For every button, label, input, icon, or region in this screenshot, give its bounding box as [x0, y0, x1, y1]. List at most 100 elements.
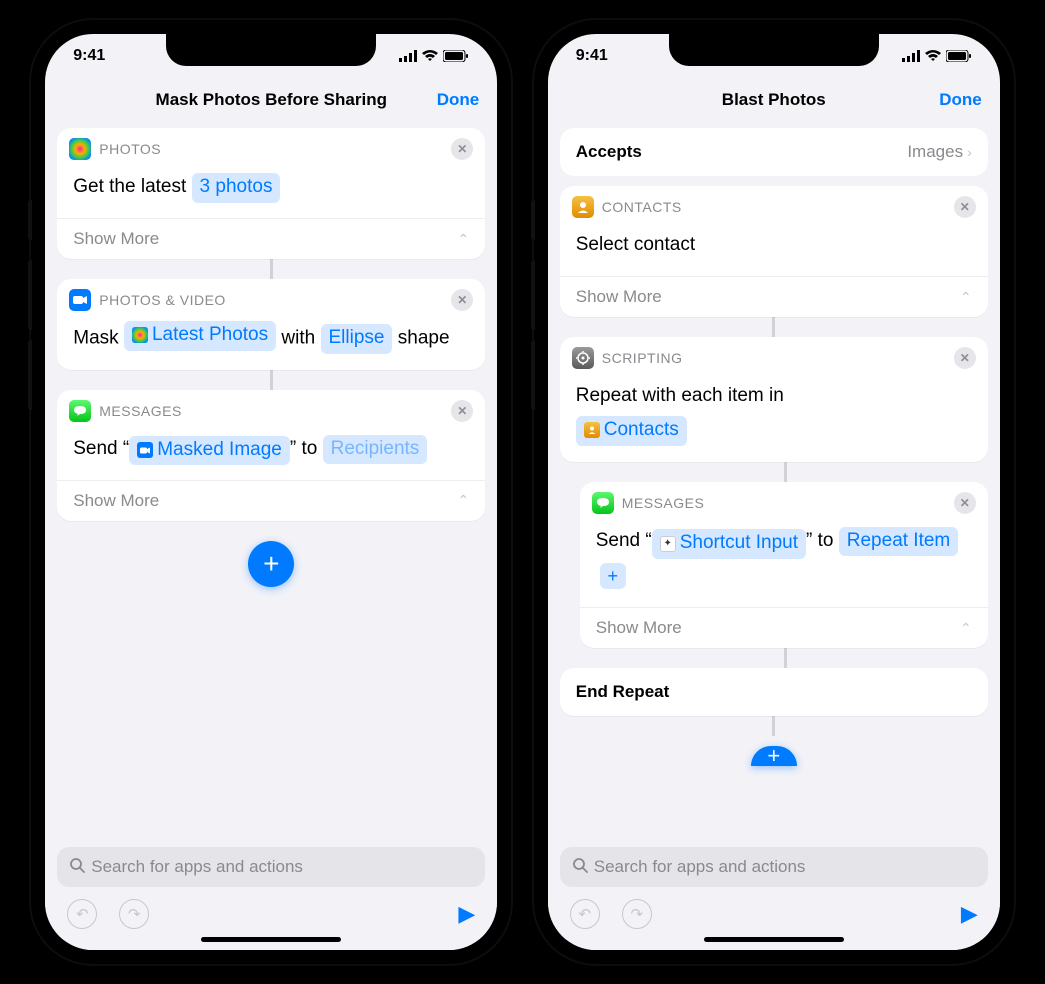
- search-placeholder: Search for apps and actions: [91, 857, 303, 877]
- scripting-app-icon: [572, 347, 594, 369]
- action-card-repeat[interactable]: SCRIPTING ✕ Repeat with each item in Con…: [560, 337, 988, 461]
- action-text: ” to: [806, 530, 833, 551]
- screen-left: 9:41 Mask Photos Before Sharing Done PHO…: [45, 34, 497, 950]
- action-text: with: [281, 327, 315, 348]
- shortcut-input-icon: ✦: [660, 536, 676, 552]
- status-time: 9:41: [73, 47, 105, 65]
- search-icon: [572, 857, 588, 878]
- status-right: [399, 50, 469, 62]
- undo-button[interactable]: ↶: [570, 899, 600, 929]
- redo-button[interactable]: ↷: [119, 899, 149, 929]
- action-text: Send “: [73, 438, 129, 459]
- action-text: Get the latest: [73, 176, 186, 197]
- redo-button[interactable]: ↷: [622, 899, 652, 929]
- add-recipient-button[interactable]: +: [600, 563, 626, 589]
- connector-line: [784, 462, 787, 482]
- home-indicator[interactable]: [704, 937, 844, 942]
- chevron-right-icon: ›: [967, 144, 972, 160]
- action-card-contacts[interactable]: CONTACTS ✕ Select contact Show More ⌃: [560, 186, 988, 317]
- battery-icon: [443, 50, 469, 62]
- delete-action-icon[interactable]: ✕: [451, 289, 473, 311]
- contacts-token-icon: [584, 422, 600, 438]
- action-card-end-repeat[interactable]: End Repeat: [560, 668, 988, 716]
- chevron-up-icon: ⌃: [960, 289, 972, 306]
- undo-button[interactable]: ↶: [67, 899, 97, 929]
- chevron-up-icon: ⌃: [458, 231, 470, 248]
- action-card-send-message[interactable]: MESSAGES ✕ Send “✦Shortcut Input” to Rep…: [580, 482, 988, 648]
- add-action-button[interactable]: +: [248, 541, 294, 587]
- parameter-token[interactable]: 3 photos: [192, 173, 281, 203]
- status-right: [902, 50, 972, 62]
- phone-right: 9:41 Blast Photos Done Accepts Images ›: [534, 20, 1014, 964]
- contacts-app-icon: [572, 196, 594, 218]
- category-label: MESSAGES: [622, 495, 705, 511]
- battery-icon: [946, 50, 972, 62]
- nav-title: Mask Photos Before Sharing: [156, 90, 387, 110]
- nav-title: Blast Photos: [722, 90, 826, 110]
- photos-token-icon: [132, 327, 148, 343]
- end-repeat-label: End Repeat: [576, 682, 670, 702]
- toolbar: ↶ ↷ ▶: [548, 893, 1000, 937]
- wifi-icon: [924, 50, 942, 62]
- delete-action-icon[interactable]: ✕: [954, 347, 976, 369]
- photos-app-icon: [69, 138, 91, 160]
- variable-token-shortcut-input[interactable]: ✦Shortcut Input: [652, 529, 806, 559]
- show-more-row[interactable]: Show More ⌃: [580, 607, 988, 648]
- home-indicator[interactable]: [201, 937, 341, 942]
- accepts-value: Images: [907, 142, 963, 162]
- done-button[interactable]: Done: [939, 90, 982, 110]
- action-text: ” to: [290, 438, 317, 459]
- status-time: 9:41: [576, 47, 608, 65]
- accepts-label: Accepts: [576, 142, 642, 162]
- show-more-row[interactable]: Show More ⌃: [560, 276, 988, 317]
- search-input[interactable]: Search for apps and actions: [57, 847, 485, 887]
- show-more-row[interactable]: Show More ⌃: [57, 480, 485, 521]
- category-label: CONTACTS: [602, 199, 682, 215]
- action-text: Send “: [596, 530, 652, 551]
- delete-action-icon[interactable]: ✕: [451, 400, 473, 422]
- search-input[interactable]: Search for apps and actions: [560, 847, 988, 887]
- notch: [166, 34, 376, 66]
- toolbar: ↶ ↷ ▶: [45, 893, 497, 937]
- messages-app-icon: [69, 400, 91, 422]
- notch: [669, 34, 879, 66]
- run-button[interactable]: ▶: [458, 901, 475, 927]
- action-text: Select contact: [576, 234, 695, 255]
- action-card-photos[interactable]: PHOTOS ✕ Get the latest 3 photos Show Mo…: [57, 128, 485, 259]
- phone-left: 9:41 Mask Photos Before Sharing Done PHO…: [31, 20, 511, 964]
- parameter-token-recipients[interactable]: Recipients: [323, 435, 428, 465]
- add-action-button[interactable]: +: [751, 746, 797, 766]
- connector-line: [772, 716, 775, 736]
- action-text: Mask: [73, 327, 118, 348]
- category-label: SCRIPTING: [602, 350, 683, 366]
- editor-content[interactable]: PHOTOS ✕ Get the latest 3 photos Show Mo…: [45, 122, 497, 950]
- accepts-row[interactable]: Accepts Images ›: [560, 128, 988, 176]
- chevron-up-icon: ⌃: [458, 492, 470, 509]
- connector-line: [784, 648, 787, 668]
- editor-content[interactable]: Accepts Images › CONTACTS ✕ Select conta…: [548, 122, 1000, 950]
- delete-action-icon[interactable]: ✕: [954, 196, 976, 218]
- run-button[interactable]: ▶: [961, 901, 978, 927]
- connector-line: [270, 259, 273, 279]
- wifi-icon: [421, 50, 439, 62]
- show-more-row[interactable]: Show More ⌃: [57, 218, 485, 259]
- category-label: PHOTOS & VIDEO: [99, 292, 226, 308]
- messages-app-icon: [592, 492, 614, 514]
- media-app-icon: [69, 289, 91, 311]
- bottom-panel: Search for apps and actions ↶ ↷ ▶: [45, 790, 497, 950]
- connector-line: [772, 317, 775, 337]
- action-card-mask[interactable]: PHOTOS & VIDEO ✕ Mask Latest Photos with…: [57, 279, 485, 369]
- parameter-token-ellipse[interactable]: Ellipse: [321, 324, 393, 354]
- nav-bar: Mask Photos Before Sharing Done: [45, 78, 497, 122]
- delete-action-icon[interactable]: ✕: [954, 492, 976, 514]
- action-card-send-message[interactable]: MESSAGES ✕ Send “Masked Image” to Recipi…: [57, 390, 485, 521]
- variable-token-contacts[interactable]: Contacts: [576, 416, 687, 446]
- variable-token-masked-image[interactable]: Masked Image: [129, 436, 290, 466]
- done-button[interactable]: Done: [437, 90, 480, 110]
- bottom-panel: Search for apps and actions ↶ ↷ ▶: [548, 790, 1000, 950]
- cellular-signal-icon: [902, 50, 920, 62]
- delete-action-icon[interactable]: ✕: [451, 138, 473, 160]
- search-icon: [69, 857, 85, 878]
- variable-token-repeat-item[interactable]: Repeat Item: [839, 527, 959, 557]
- variable-token-latest-photos[interactable]: Latest Photos: [124, 321, 276, 351]
